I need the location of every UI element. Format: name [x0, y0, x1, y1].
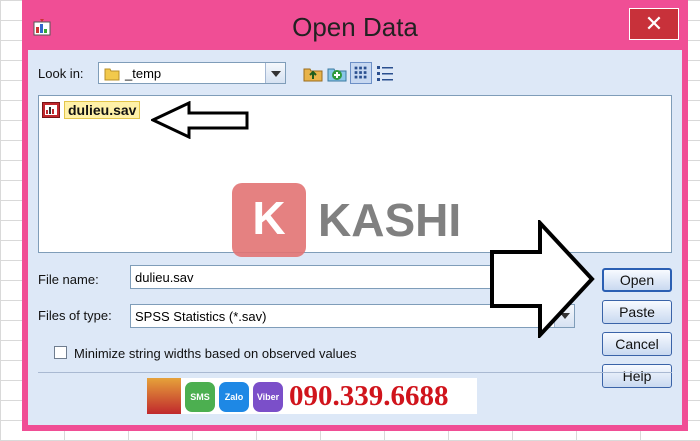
- look-in-dropdown[interactable]: _temp: [98, 62, 286, 84]
- cancel-button[interactable]: Cancel: [602, 332, 672, 356]
- viber-icon: Viber: [253, 382, 283, 412]
- contact-bar: SMS Zalo Viber 090.339.6688: [147, 378, 477, 414]
- close-button[interactable]: ✕: [629, 8, 679, 40]
- zalo-icon: Zalo: [219, 382, 249, 412]
- title-bar[interactable]: Open Data ✕: [22, 0, 688, 50]
- help-button[interactable]: Help: [602, 364, 672, 388]
- dialog-title: Open Data: [292, 12, 418, 42]
- up-folder-icon[interactable]: [302, 62, 324, 84]
- file-name-input[interactable]: dulieu.sav: [130, 265, 550, 289]
- file-name-label: File name:: [38, 272, 99, 287]
- right-arrow-annotation: [490, 220, 595, 338]
- divider: [38, 372, 672, 373]
- file-name-label: dulieu.sav: [64, 101, 141, 119]
- contact-photo: [147, 378, 181, 414]
- open-button[interactable]: Open: [602, 268, 672, 292]
- sms-icon: SMS: [185, 382, 215, 412]
- sav-file-icon: [42, 102, 60, 118]
- look-in-label: Look in:: [38, 66, 84, 81]
- paste-button[interactable]: Paste: [602, 300, 672, 324]
- look-in-dropdown-arrow[interactable]: [265, 63, 285, 83]
- minimize-string-widths-label: Minimize string widths based on observed…: [74, 346, 357, 361]
- phone-number: 090.339.6688: [289, 380, 449, 412]
- files-of-type-label: Files of type:: [38, 308, 112, 323]
- open-data-dialog: Open Data ✕ Look in: _temp dulieu.sav Fi…: [22, 0, 688, 431]
- details-view-icon[interactable]: [374, 62, 396, 84]
- new-folder-icon[interactable]: [326, 62, 348, 84]
- minimize-string-widths-checkbox[interactable]: [54, 346, 67, 359]
- left-arrow-annotation: [151, 101, 249, 139]
- files-of-type-value: SPSS Statistics (*.sav): [135, 309, 267, 324]
- folder-icon: [104, 68, 120, 81]
- look-in-value: _temp: [125, 66, 162, 81]
- file-name-value: dulieu.sav: [135, 270, 194, 285]
- list-view-icon[interactable]: [350, 62, 372, 84]
- list-item[interactable]: dulieu.sav: [42, 100, 141, 120]
